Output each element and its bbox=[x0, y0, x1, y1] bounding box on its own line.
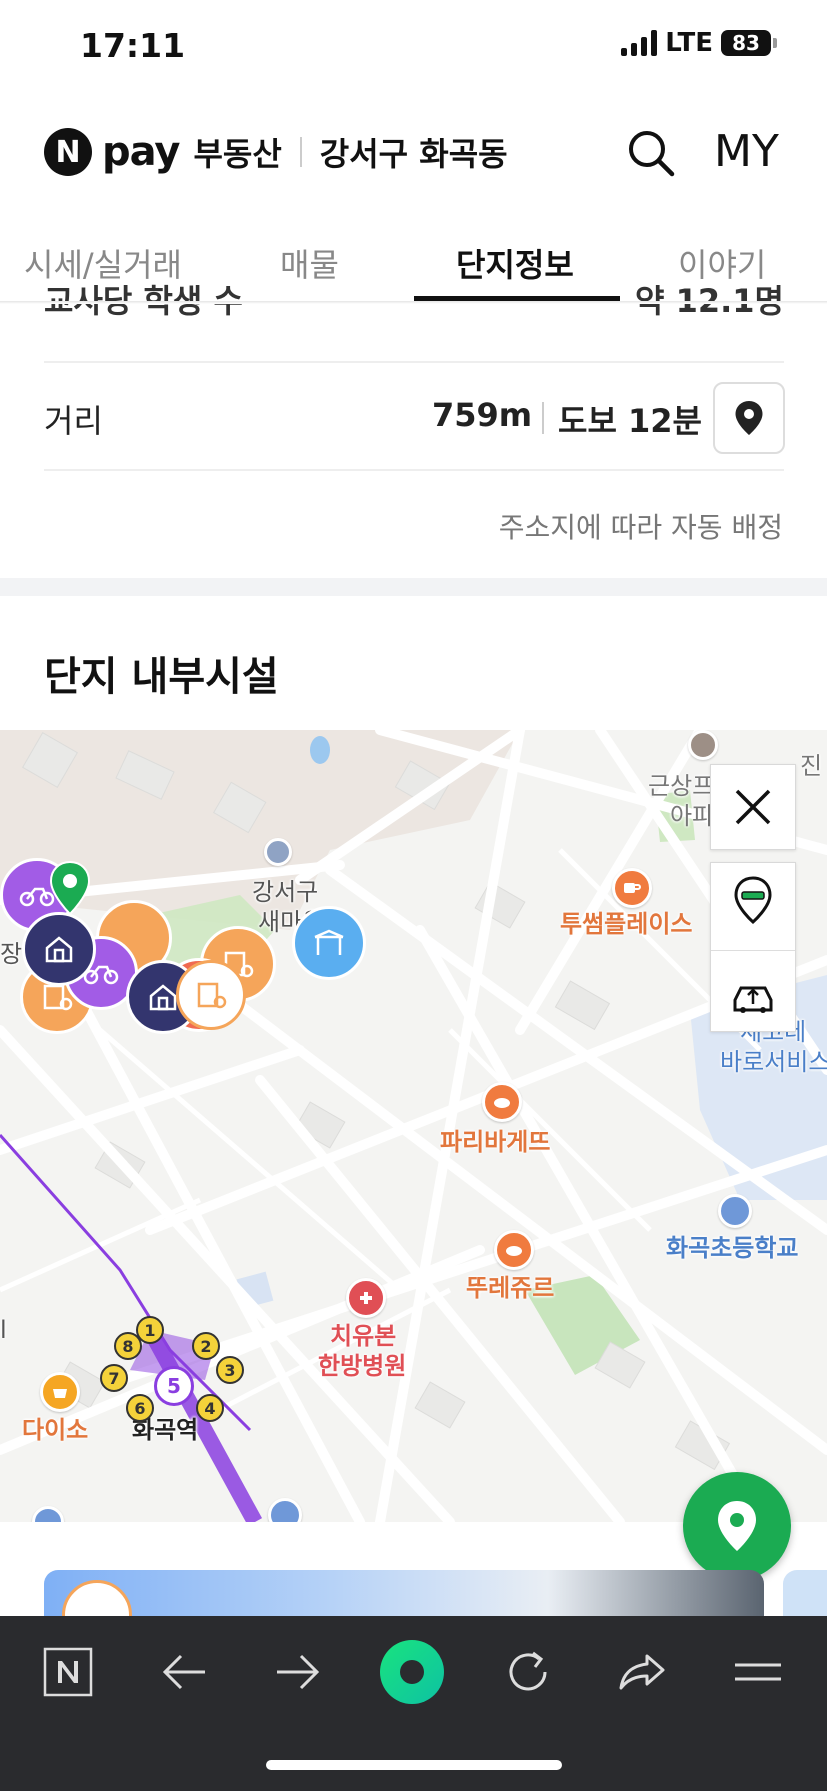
show-location-button[interactable] bbox=[713, 382, 785, 454]
region-name[interactable]: 강서구 화곡동 bbox=[320, 129, 508, 175]
brand-name: 부동산 bbox=[193, 135, 282, 173]
map-marker-toggle-icon[interactable] bbox=[733, 876, 773, 925]
menu-button[interactable] bbox=[730, 1644, 786, 1700]
walking-time: 도보 12분 bbox=[558, 402, 702, 440]
arrow-right-icon bbox=[277, 1654, 320, 1690]
tab-price[interactable]: 시세/실거래 bbox=[24, 240, 182, 286]
bakery-icon[interactable] bbox=[494, 1230, 534, 1270]
pay-logo-text: pay bbox=[102, 129, 180, 175]
students-per-teacher-row: 교사당 학생 수 약 12.1명 bbox=[44, 284, 784, 328]
signal-icon bbox=[621, 30, 658, 56]
tools-divider bbox=[711, 950, 795, 952]
complex-location-pin-icon[interactable] bbox=[48, 860, 92, 916]
shop-icon[interactable] bbox=[40, 1372, 80, 1412]
tab-stories[interactable]: 이야기 bbox=[678, 240, 766, 286]
share-button[interactable] bbox=[614, 1644, 670, 1700]
divider bbox=[44, 361, 784, 363]
network-type: LTE bbox=[665, 28, 713, 58]
map-label-school: 화곡초등학교 bbox=[666, 1234, 799, 1262]
house-marker[interactable] bbox=[22, 912, 96, 986]
subway-exit[interactable]: 4 bbox=[196, 1394, 224, 1422]
map-label-jang: 장 bbox=[0, 940, 23, 968]
refresh-button[interactable] bbox=[500, 1644, 556, 1700]
tab-complex-info[interactable]: 단지정보 bbox=[456, 240, 574, 286]
green-dot-icon bbox=[380, 1640, 444, 1704]
arrow-left-icon bbox=[162, 1654, 205, 1690]
home-indicator bbox=[266, 1760, 562, 1770]
map-label-hospital-2: 한방병원 bbox=[318, 1352, 407, 1380]
cafe-icon[interactable] bbox=[612, 868, 652, 908]
header-divider bbox=[299, 137, 302, 167]
selected-facility-marker[interactable] bbox=[176, 960, 246, 1030]
battery-icon: 83 bbox=[721, 30, 777, 56]
n-logo-icon: N bbox=[44, 128, 92, 176]
close-icon bbox=[735, 789, 771, 825]
subway-exit[interactable]: 7 bbox=[100, 1364, 128, 1392]
status-time: 17:11 bbox=[80, 26, 186, 65]
apartment-icon[interactable] bbox=[688, 730, 718, 760]
hamburger-icon bbox=[735, 1663, 781, 1681]
distance-separator bbox=[542, 402, 544, 434]
map-streets bbox=[0, 730, 827, 1522]
map-label-edge: l bbox=[0, 1316, 7, 1344]
refresh-icon bbox=[509, 1651, 547, 1691]
facilities-title: 단지 내부시설 bbox=[44, 654, 279, 700]
divider bbox=[44, 469, 784, 471]
location-pin-icon bbox=[718, 1501, 756, 1551]
gate-marker[interactable] bbox=[292, 906, 366, 980]
distance-meters: 759m bbox=[432, 396, 533, 434]
hospital-icon[interactable] bbox=[346, 1278, 386, 1318]
map-label-twosome: 투썸플레이스 bbox=[560, 910, 693, 938]
naver-n-icon bbox=[43, 1647, 93, 1697]
tab-shadow bbox=[0, 301, 827, 304]
subway-exit[interactable]: 6 bbox=[126, 1394, 154, 1422]
status-indicators: LTE 83 bbox=[621, 28, 777, 58]
map-label-paris-baguette: 파리바게뜨 bbox=[440, 1128, 551, 1156]
auto-assign-note: 주소지에 따라 자동 배정 bbox=[498, 511, 783, 544]
school-icon[interactable] bbox=[718, 1194, 752, 1228]
subway-exit[interactable]: 2 bbox=[192, 1332, 220, 1360]
map-label-apt: 아파 bbox=[670, 802, 715, 830]
location-pin-icon bbox=[735, 401, 763, 435]
green-dot-button[interactable] bbox=[376, 1636, 448, 1708]
forward-button[interactable] bbox=[270, 1644, 326, 1700]
npay-logo[interactable]: N pay 부동산 강서구 화곡동 bbox=[44, 128, 508, 176]
map-label-baro-2: 바로서비스 bbox=[720, 1048, 827, 1076]
facilities-map[interactable]: 강서구 새마을 근상프 아파 진 투썸플레이스 파리바게뜨 뚜레쥬르 치유본 한… bbox=[0, 730, 827, 1522]
car-route-icon[interactable] bbox=[729, 978, 777, 1018]
my-button[interactable]: MY bbox=[714, 126, 779, 177]
map-tools-group bbox=[710, 862, 796, 1032]
subway-exit[interactable]: 8 bbox=[114, 1332, 142, 1360]
landmark-icon[interactable] bbox=[264, 838, 292, 866]
map-label-touslesjours: 뚜레쥬르 bbox=[466, 1274, 555, 1302]
naver-home-button[interactable] bbox=[40, 1644, 96, 1700]
battery-level: 83 bbox=[732, 31, 760, 55]
back-button[interactable] bbox=[156, 1644, 212, 1700]
close-map-button[interactable] bbox=[710, 764, 796, 850]
search-icon[interactable] bbox=[626, 128, 676, 178]
map-label-daiso: 다이소 bbox=[22, 1416, 89, 1444]
location-fab-button[interactable] bbox=[683, 1472, 791, 1580]
section-gap bbox=[0, 578, 827, 596]
distance-label: 거리 bbox=[44, 402, 103, 440]
share-icon bbox=[619, 1654, 665, 1690]
tab-listings[interactable]: 매물 bbox=[280, 240, 339, 286]
bakery-icon[interactable] bbox=[482, 1082, 522, 1122]
map-label-jin: 진 bbox=[800, 752, 823, 780]
subway-exit[interactable]: 3 bbox=[216, 1356, 244, 1384]
subway-line-badge[interactable]: 5 bbox=[154, 1366, 194, 1406]
